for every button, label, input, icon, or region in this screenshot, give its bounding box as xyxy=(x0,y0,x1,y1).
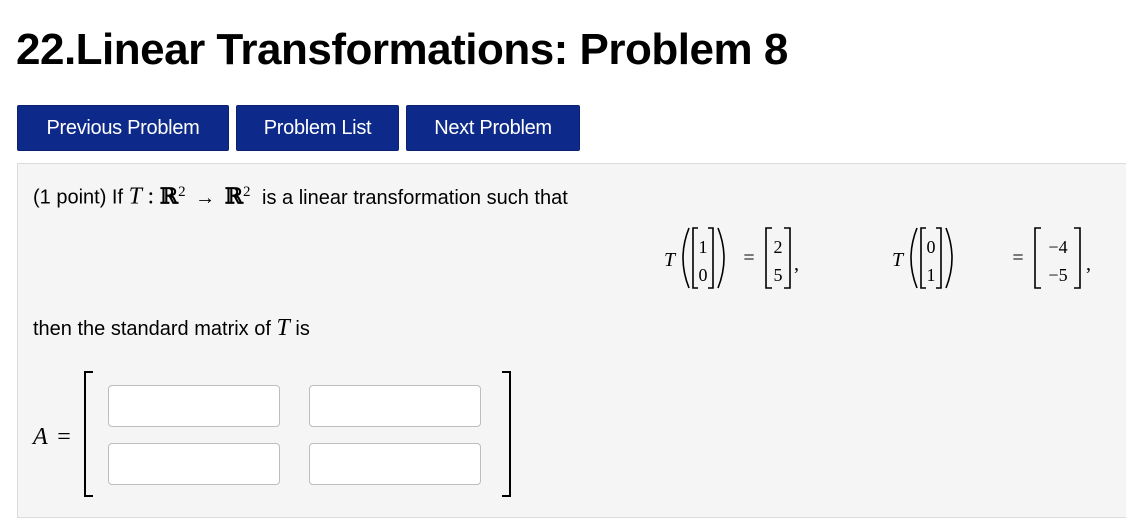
answer-input-row2-col2[interactable] xyxy=(309,443,481,485)
codomain-symbol: ℝ xyxy=(224,183,243,210)
eq1-right-paren xyxy=(717,227,725,289)
matrix-label: A = xyxy=(33,424,71,451)
problem-navigation: Previous Problem Problem List Next Probl… xyxy=(17,105,580,151)
eq1-T: T xyxy=(664,249,677,271)
map-symbol: T xyxy=(128,183,142,210)
points-text: (1 point) If xyxy=(33,186,124,209)
eq1-input-right-bracket xyxy=(708,227,714,289)
matrix-right-bracket xyxy=(502,371,511,497)
page-title: 22.Linear Transformations: Problem 8 xyxy=(16,25,788,74)
answer-input-row1-col1[interactable] xyxy=(108,385,280,427)
eq2-equals: = xyxy=(1012,247,1023,269)
problem-statement: (1 point) If T : ℝ2 → ℝ2 is a linear tra… xyxy=(33,178,568,212)
eq1-equals: = xyxy=(743,247,754,269)
eq2-input-top: 0 xyxy=(927,237,936,257)
eq2-output-top: −4 xyxy=(1048,237,1067,257)
domain-symbol: ℝ xyxy=(159,183,179,210)
eq1-separator: , xyxy=(794,253,799,275)
eq2-separator: , xyxy=(1086,253,1091,275)
then-symbol: T xyxy=(276,315,290,341)
eq2-input-right-bracket xyxy=(936,227,942,289)
matrix-left-bracket xyxy=(84,371,93,497)
next-problem-button[interactable]: Next Problem xyxy=(406,105,580,151)
equation-1: T 1 0 = 2 5 , xyxy=(664,227,799,289)
problem-list-button[interactable]: Problem List xyxy=(236,105,399,151)
eq1-output-right-bracket xyxy=(784,227,791,289)
transformation-equations: T 1 0 = 2 5 , T 0 1 = −4 −5 , xyxy=(664,227,1091,289)
eq1-output-bottom: 5 xyxy=(774,265,783,285)
eq2-input-bottom: 1 xyxy=(927,265,936,285)
then-end-text: is xyxy=(295,318,310,340)
intro-rest-text: is a linear transformation such that xyxy=(262,186,568,209)
arrow-symbol: → xyxy=(195,186,216,209)
eq2-right-paren xyxy=(945,227,953,289)
matrix-prompt: then the standard matrix of T is xyxy=(33,314,310,343)
eq1-input-left-bracket xyxy=(692,227,698,289)
eq2-output-bottom: −5 xyxy=(1048,265,1067,285)
matrix-equals: = xyxy=(57,424,71,450)
eq2-left-paren xyxy=(910,227,918,289)
eq2-output-left-bracket xyxy=(1034,227,1041,289)
eq1-output-left-bracket xyxy=(765,227,772,289)
equation-2: T 0 1 = −4 −5 , xyxy=(892,227,1091,289)
eq2-output-right-bracket xyxy=(1074,227,1081,289)
answer-input-row1-col2[interactable] xyxy=(309,385,481,427)
eq1-input-top: 1 xyxy=(699,237,708,257)
colon-symbol: : xyxy=(147,183,155,210)
codomain-exponent: 2 xyxy=(242,184,251,200)
eq2-T: T xyxy=(892,249,905,271)
matrix-label-A: A xyxy=(33,424,48,450)
answer-input-row2-col1[interactable] xyxy=(108,443,280,485)
eq1-left-paren xyxy=(682,227,690,289)
previous-problem-button[interactable]: Previous Problem xyxy=(17,105,229,151)
eq1-input-bottom: 0 xyxy=(699,265,708,285)
then-text: then the standard matrix of xyxy=(33,318,271,340)
eq1-output-top: 2 xyxy=(774,237,783,257)
domain-exponent: 2 xyxy=(178,184,186,200)
eq2-input-left-bracket xyxy=(920,227,926,289)
